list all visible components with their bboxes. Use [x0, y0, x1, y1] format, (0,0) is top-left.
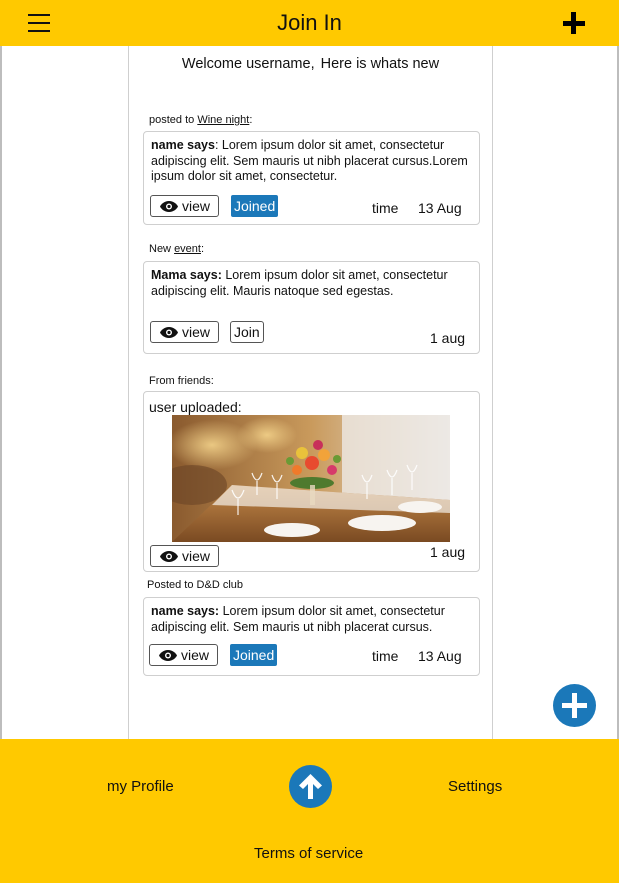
- welcome-greeting: Welcome username,: [181, 56, 315, 72]
- view-button[interactable]: view: [149, 644, 219, 666]
- post-time: time: [372, 200, 399, 216]
- scroll-top-button[interactable]: [289, 765, 332, 808]
- post-caption: From friends:: [149, 375, 214, 387]
- join-button[interactable]: Join: [230, 321, 264, 343]
- post-date: 13 Aug: [418, 200, 462, 216]
- post-author: Mama says:: [151, 268, 222, 282]
- post-author: name says: [151, 138, 215, 152]
- add-circle-icon[interactable]: [553, 684, 596, 727]
- my-profile-link[interactable]: my Profile: [107, 778, 174, 795]
- caption-text: posted to: [149, 114, 198, 126]
- post-body: Mama says: Lorem ipsum dolor sit amet, c…: [151, 268, 473, 299]
- eye-icon: [160, 201, 178, 212]
- post-caption: posted to Wine night:: [149, 114, 252, 126]
- settings-link[interactable]: Settings: [448, 778, 502, 795]
- eye-icon: [159, 650, 177, 661]
- feed-column: Welcome username, Here is whats new poste…: [128, 46, 493, 740]
- post-card: name says: Lorem ipsum dolor sit amet, c…: [143, 597, 480, 676]
- caption-colon: :: [249, 114, 253, 126]
- post-time: time: [372, 648, 399, 664]
- post-author: name says:: [151, 604, 220, 618]
- post-caption: Posted to D&D club: [147, 579, 243, 591]
- dinner-table-image: [172, 415, 450, 542]
- post-date: 1 aug: [430, 544, 466, 560]
- view-label: view: [181, 647, 210, 663]
- view-label: view: [182, 548, 211, 564]
- plus-icon[interactable]: [561, 10, 587, 36]
- eye-icon: [160, 327, 178, 338]
- joined-button[interactable]: Joined: [231, 195, 279, 217]
- bottom-bar: my Profile Settings Terms of service: [0, 739, 619, 883]
- event-link[interactable]: event: [174, 243, 201, 255]
- view-button[interactable]: view: [150, 321, 220, 343]
- view-label: view: [182, 324, 211, 340]
- post-card: name says: Lorem ipsum dolor sit amet, c…: [143, 131, 480, 225]
- eye-icon: [160, 551, 178, 562]
- post-card: Mama says: Lorem ipsum dolor sit amet, c…: [143, 261, 480, 354]
- uploaded-photo[interactable]: [172, 415, 450, 542]
- upload-title: user uploaded:: [149, 399, 242, 415]
- joined-button[interactable]: Joined: [230, 644, 278, 666]
- post-body: name says: Lorem ipsum dolor sit amet, c…: [151, 138, 473, 185]
- view-label: view: [182, 198, 211, 214]
- post-card: user uploaded: view 1 aug: [143, 391, 480, 572]
- caption-colon: :: [200, 243, 205, 255]
- view-button[interactable]: view: [150, 195, 220, 217]
- post-date: 1 aug: [430, 330, 466, 346]
- arrow-up-icon: [299, 774, 322, 799]
- view-button[interactable]: view: [150, 545, 220, 567]
- welcome-subtitle: Here is whats new: [320, 56, 440, 72]
- top-bar: Join In: [0, 0, 619, 46]
- post-body: name says: Lorem ipsum dolor sit amet, c…: [151, 604, 473, 635]
- welcome-message: Welcome username, Here is whats new: [129, 56, 492, 72]
- app-title: Join In: [277, 10, 342, 35]
- group-link-wine-night[interactable]: Wine night: [197, 114, 249, 126]
- terms-of-service-link[interactable]: Terms of service: [254, 845, 363, 862]
- caption-text: New: [149, 243, 175, 255]
- post-date: 13 Aug: [418, 648, 462, 664]
- post-caption: New event:: [149, 243, 204, 255]
